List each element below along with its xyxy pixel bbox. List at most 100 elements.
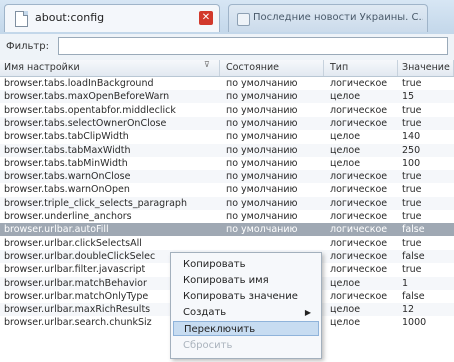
pref-type: логическое: [330, 250, 388, 262]
filter-input[interactable]: [58, 37, 448, 55]
pref-type: логическое: [330, 290, 388, 302]
column-picker-icon[interactable]: ⊽: [204, 60, 210, 69]
column-header-name[interactable]: Имя настройки: [0, 60, 220, 76]
table-row[interactable]: browser.tabs.maxOpenBeforeWarn по умолчан…: [0, 90, 454, 104]
table-row[interactable]: browser.tabs.warnOnOpen по умолчанию логич…: [0, 183, 454, 196]
pref-type: целое: [330, 277, 361, 289]
pref-value: 100: [402, 157, 421, 169]
pref-state: по умолчанию: [226, 211, 298, 222]
pref-value: false: [402, 224, 425, 236]
page-icon: [15, 11, 28, 27]
pref-type: логическое: [330, 237, 388, 249]
tab-title: about:config: [35, 11, 105, 24]
pref-state: по умолчанию: [226, 184, 298, 196]
tab-news[interactable]: Последние новости Украины. С...: [228, 4, 428, 32]
tab-strip: about:config ✕ Последние новости Украины…: [0, 0, 454, 35]
close-tab-icon[interactable]: ✕: [199, 11, 213, 25]
table-row[interactable]: browser.tabs.loadInBackground по умолчани…: [0, 77, 454, 90]
pref-name: browser.tabs.tabClipWidth: [4, 131, 129, 143]
table-row[interactable]: browser.tabs.warnOnClose по умолчанию логи…: [0, 170, 454, 184]
menu-item-copy[interactable]: Копировать: [173, 257, 319, 272]
table-row[interactable]: browser.tabs.selectOwnerOnClose по умолча…: [0, 116, 454, 130]
pref-type: логическое: [330, 104, 388, 116]
pref-value: true: [402, 117, 422, 129]
pref-name: browser.urlbar.clickSelectsAll: [4, 237, 142, 249]
pref-value: true: [402, 197, 422, 209]
pref-state: по умолчанию: [226, 224, 298, 236]
pref-value: 1000: [402, 317, 427, 329]
pref-type: целое: [330, 91, 361, 103]
pref-type: логическое: [330, 197, 388, 209]
table-row[interactable]: browser.tabs.tabMaxWidth по умолчанию цело…: [0, 143, 454, 157]
pref-state: по умолчанию: [226, 131, 298, 143]
pref-value: true: [402, 184, 422, 196]
tab-title: Последние новости Украины. С...: [253, 12, 423, 23]
pref-type: логическое: [330, 211, 388, 222]
tab-about-config[interactable]: about:config ✕: [4, 4, 220, 32]
pref-name: browser.tabs.tabMinWidth: [4, 157, 128, 169]
pref-value: 140: [402, 131, 421, 143]
pref-type: логическое: [330, 117, 388, 129]
table-row[interactable]: browser.urlbar.clickSelectsAll логическое…: [0, 237, 454, 250]
pref-type: логическое: [330, 264, 388, 276]
column-header-state[interactable]: Состояние: [222, 60, 324, 76]
pref-value: 15: [402, 91, 415, 103]
pref-type: логическое: [330, 171, 388, 183]
pref-type: логическое: [330, 224, 388, 236]
pref-state: по умолчанию: [226, 117, 298, 129]
pref-value: 250: [402, 144, 421, 156]
pref-name: browser.tabs.loadInBackground: [4, 78, 154, 89]
pref-type: логическое: [330, 78, 388, 89]
pref-value: true: [402, 237, 422, 249]
pref-state: по умолчанию: [226, 157, 298, 169]
pref-name: browser.triple_click_selects_paragraph: [4, 197, 187, 209]
pref-name: browser.tabs.selectOwnerOnClose: [4, 117, 167, 129]
pref-value: false: [402, 250, 425, 262]
pref-type: целое: [330, 157, 361, 169]
pref-value: true: [402, 78, 422, 89]
pref-state: по умолчанию: [226, 104, 298, 116]
pref-value: 1: [402, 277, 409, 289]
pref-state: по умолчанию: [226, 144, 298, 156]
pref-name: browser.urlbar.autoFill: [4, 224, 109, 236]
table-row[interactable]: browser.tabs.tabClipWidth по умолчанию цел…: [0, 130, 454, 143]
pref-name: browser.tabs.warnOnOpen: [4, 184, 130, 196]
pref-state: по умолчанию: [226, 91, 298, 103]
pref-value: true: [402, 264, 422, 276]
pref-type: логическое: [330, 184, 388, 196]
pref-name: browser.tabs.opentabfor.middleclick: [4, 104, 176, 116]
table-header: Имя настройки ⊽ Состояние Тип Значение: [0, 60, 454, 77]
pref-type: целое: [330, 144, 361, 156]
pref-value: true: [402, 104, 422, 116]
pref-value: true: [402, 171, 422, 183]
context-menu: Копировать Копировать имя Копировать зна…: [170, 252, 322, 359]
pref-type: целое: [330, 131, 361, 143]
pref-name: browser.underline_anchors: [4, 211, 132, 222]
pref-name: browser.tabs.tabMaxWidth: [4, 144, 131, 156]
table-row[interactable]: browser.tabs.tabMinWidth по умолчанию цело…: [0, 157, 454, 170]
pref-state: по умолчанию: [226, 197, 298, 209]
filter-label: Фильтр:: [6, 41, 49, 52]
table-row[interactable]: browser.tabs.opentabfor.middleclick по ум…: [0, 104, 454, 117]
filter-bar: Фильтр:: [0, 34, 454, 61]
menu-item-copy-value[interactable]: Копировать значение: [173, 289, 319, 304]
column-header-value[interactable]: Значение: [398, 60, 454, 76]
pref-name: browser.tabs.maxOpenBeforeWarn: [4, 91, 170, 103]
menu-item-toggle[interactable]: Переключить: [173, 321, 319, 336]
menu-item-reset: Сбросить: [183, 340, 233, 351]
submenu-arrow-icon: ▶: [304, 308, 311, 317]
pref-state: по умолчанию: [226, 78, 298, 89]
table-row[interactable]: browser.urlbar.autoFill по умолчанию логич…: [0, 223, 454, 237]
menu-item-copy-name[interactable]: Копировать имя: [173, 273, 319, 288]
column-header-type[interactable]: Тип: [326, 60, 398, 76]
table-row[interactable]: browser.underline_anchors по умолчанию лог…: [0, 210, 454, 223]
favicon-icon: [237, 13, 250, 26]
pref-value: false: [402, 290, 425, 302]
pref-type: целое: [330, 304, 361, 316]
pref-value: true: [402, 211, 422, 222]
menu-item-create[interactable]: Создать ▶: [173, 305, 319, 320]
table-row[interactable]: browser.triple_click_selects_paragraph по…: [0, 196, 454, 210]
pref-type: целое: [330, 317, 361, 329]
pref-state: по умолчанию: [226, 171, 298, 183]
pref-state: [222, 237, 324, 250]
